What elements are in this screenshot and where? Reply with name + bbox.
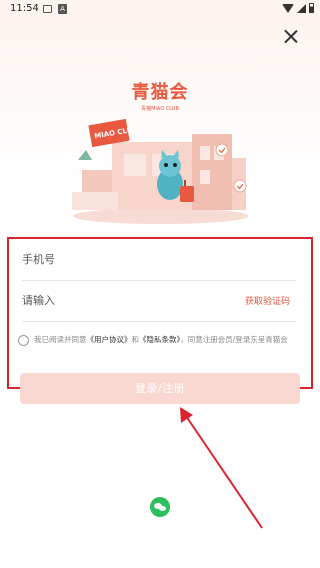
annotation-highlight-box <box>7 237 313 389</box>
login-register-button[interactable]: 登录/注册 <box>20 373 300 404</box>
status-icons <box>282 3 314 13</box>
a-icon: A <box>58 4 67 14</box>
close-icon[interactable] <box>280 26 302 48</box>
wifi-icon <box>282 3 294 13</box>
signal-icon <box>297 3 306 13</box>
status-time: 11:54 <box>10 3 39 14</box>
miao-club-illustration: MIAO CLUB <box>72 118 249 224</box>
image-icon <box>43 5 52 13</box>
battery-icon <box>309 3 314 13</box>
status-bar: 11:54 A <box>0 0 320 20</box>
brand-logo: 青猫会 青猫MIAO CLUB <box>0 78 320 112</box>
wechat-login-icon[interactable] <box>150 497 170 517</box>
brand-subtitle: 青猫MIAO CLUB <box>141 106 179 112</box>
brand-title: 青猫会 <box>131 82 189 103</box>
